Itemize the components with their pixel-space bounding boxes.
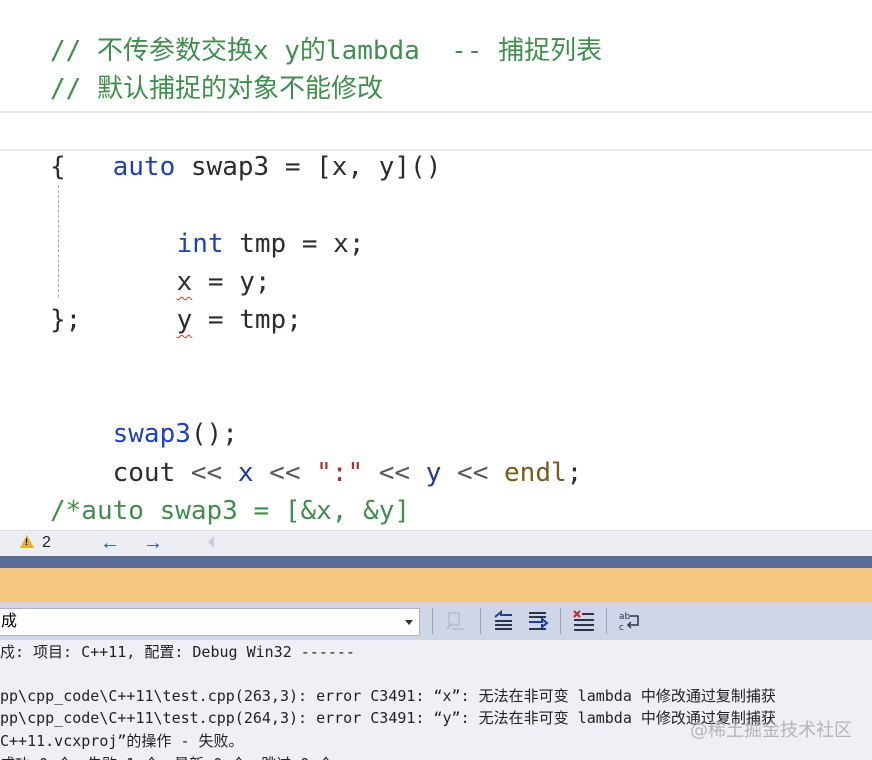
code-line-block-comment: /*auto swap3 = [&x, &y] [50, 496, 411, 526]
code-text: = tmp; [192, 305, 302, 335]
identifier-endl: endl [504, 458, 567, 488]
code-line-cout: cout << x << ":" << y << endl; [50, 416, 583, 488]
output-panel-title-bar [0, 568, 872, 602]
code-editor[interactable]: // 不传参数交换x y的lambda -- 捕捉列表 // 默认捕捉的对象不能… [0, 0, 872, 530]
output-line: 成功 0 个，失败 1 个，最新 0 个，跳过 0 个 [0, 752, 333, 760]
code-line-call-swap3: swap3(); [50, 377, 238, 449]
identifier-cout: cout [112, 458, 176, 488]
output-source-value: 成 [1, 613, 18, 630]
find-message-icon[interactable] [444, 609, 468, 633]
output-source-dropdown[interactable]: 成 [0, 608, 420, 636]
code-text: ; [566, 458, 583, 488]
next-issue-arrow-icon[interactable]: → [143, 532, 163, 554]
code-brace-close: }; [50, 305, 82, 335]
identifier-y: y [425, 458, 442, 488]
toolbar-separator [560, 608, 561, 634]
watermark: @稀土掘金技术社区 [690, 720, 852, 741]
previous-issue-arrow-icon[interactable]: ← [100, 532, 120, 554]
panel-splitter[interactable] [0, 556, 872, 568]
identifier-x: x [237, 458, 254, 488]
output-text-area[interactable]: 戍: 项目: C++11, 配置: Debug Win32 ------ pp\… [0, 640, 872, 760]
chevron-down-icon[interactable] [405, 620, 413, 625]
operator: << [441, 458, 505, 488]
toolbar-separator [480, 608, 481, 634]
code-line-y-assign: y = tmp; [114, 263, 302, 335]
svg-text:c: c [619, 623, 624, 633]
previous-message-icon[interactable] [492, 609, 516, 633]
code-line-x-assign: x = y; [114, 225, 271, 297]
scroll-left-icon[interactable] [208, 536, 214, 548]
svg-text:ab: ab [619, 612, 631, 622]
toolbar-separator [606, 608, 607, 634]
operator: << [175, 458, 238, 488]
code-line-comment-2: // 默认捕捉的对象不能修改 [50, 74, 383, 104]
output-line: pp\cpp_code\C++11\test.cpp(263,3): error… [0, 687, 776, 705]
string-literal: ":" [316, 458, 364, 488]
output-toolbar: 成 ab c [0, 602, 872, 640]
code-line-auto-swap3: auto swap3 = [x, y]() [50, 110, 442, 182]
keyword-auto: auto [112, 152, 176, 182]
operator: << [253, 458, 317, 488]
warning-icon[interactable]: ! [20, 535, 34, 548]
output-line: pp\cpp_code\C++11\test.cpp(264,3): error… [0, 709, 776, 727]
error-squiggle-y[interactable]: y [177, 305, 193, 335]
output-line: C++11.vcxproj”的操作 - 失败。 [0, 732, 244, 750]
output-line: 戍: 项目: C++11, 配置: Debug Win32 ------ [0, 643, 355, 661]
code-brace-open: { [50, 152, 66, 182]
code-line-int-tmp: int tmp = x; [114, 187, 365, 259]
code-line-comment-1: // 不传参数交换x y的lambda -- 捕捉列表 [50, 36, 603, 66]
operator: << [363, 458, 426, 488]
next-message-icon[interactable] [526, 609, 550, 633]
code-text: swap3 = [x, y]() [175, 152, 442, 182]
warning-count[interactable]: 2 [42, 534, 51, 552]
toolbar-separator [432, 608, 433, 634]
word-wrap-icon[interactable]: ab c [618, 609, 642, 633]
editor-status-bar: ! 2 ← → [0, 530, 872, 557]
clear-all-icon[interactable] [572, 609, 596, 633]
